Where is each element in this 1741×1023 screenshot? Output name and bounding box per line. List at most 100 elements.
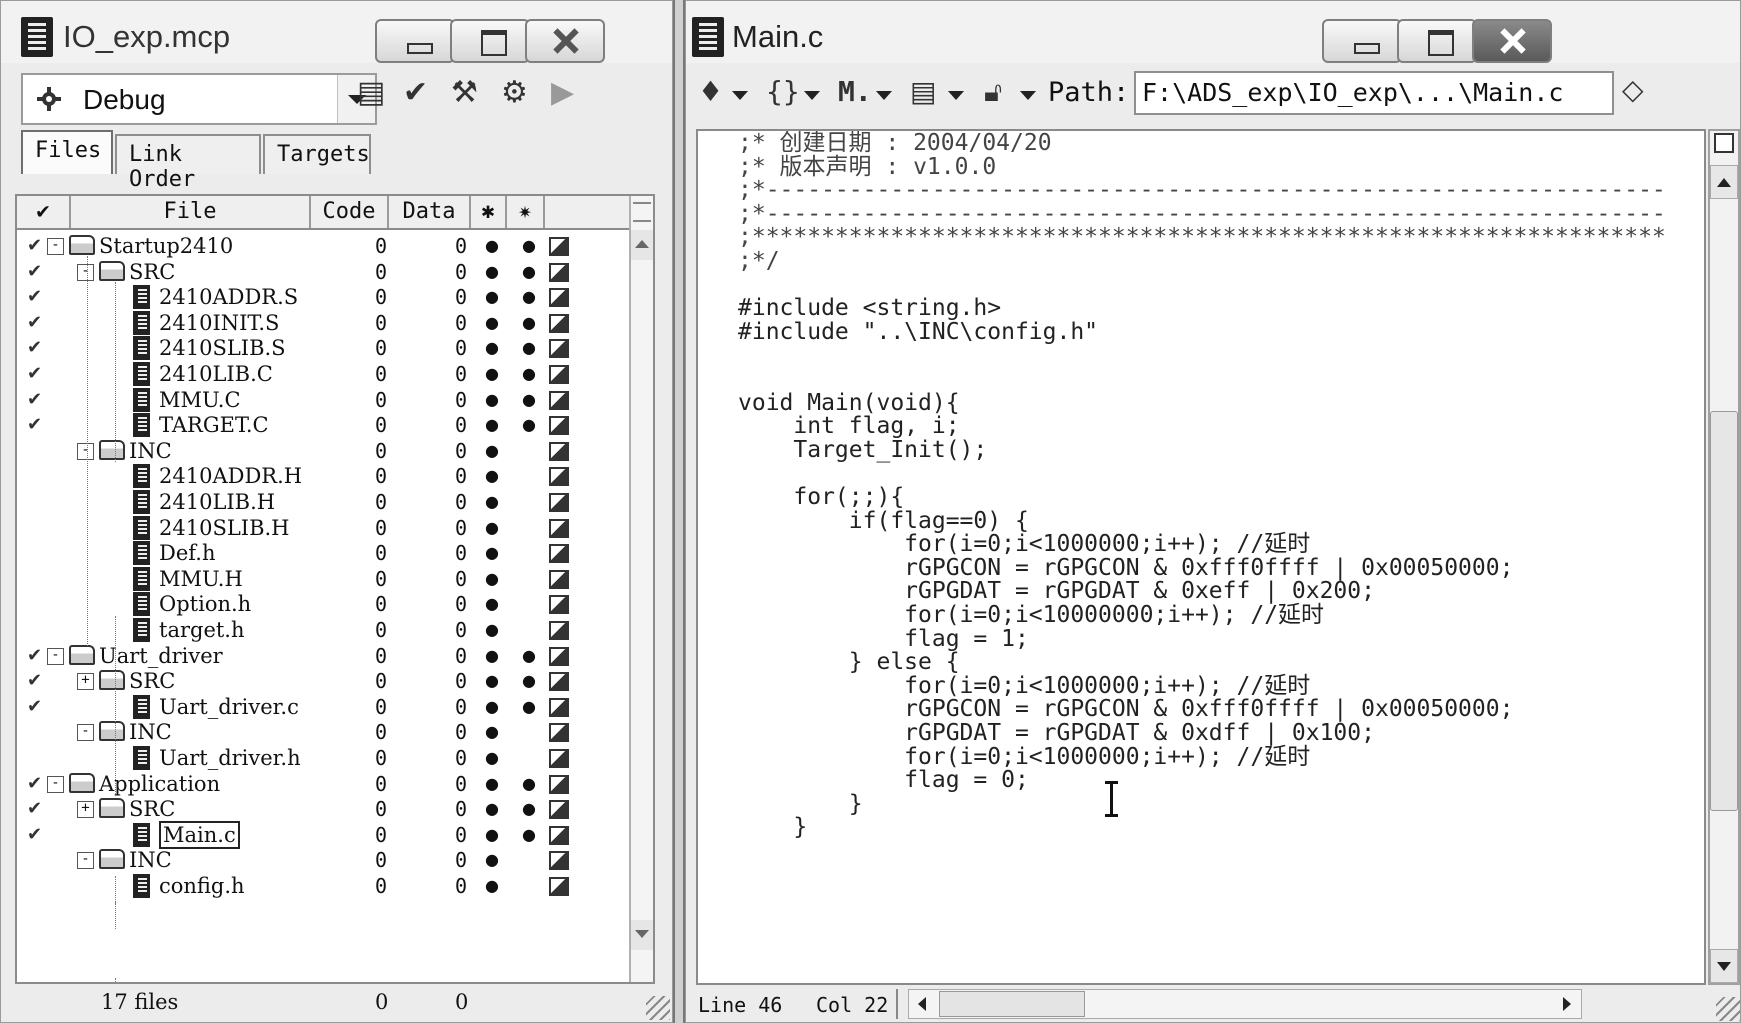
touch-check-icon[interactable]: ✔ [27,411,47,439]
editor-maximize-button[interactable] [1397,19,1477,63]
debug-target-dot-icon[interactable]: ● [522,693,536,721]
function-dropdown-arrow-icon[interactable] [732,91,748,100]
scroll-left-button[interactable] [909,990,937,1018]
file-options-icon[interactable] [549,877,569,896]
compile-target-dot-icon[interactable]: ● [485,539,499,567]
maximize-button[interactable] [450,19,530,63]
folder-row[interactable]: ✔ - Uart_driver 0 0 ● ● [17,642,633,670]
code-line[interactable]: flag = 0; [738,768,1029,792]
file-options-icon[interactable] [549,365,569,384]
folder-row[interactable]: ✔ + SRC 0 0 ● ● [17,795,633,823]
file-options-icon[interactable] [549,518,569,538]
code-line[interactable]: for(i=0;i<1000000;i++); //延时 [738,532,1310,556]
editor-scroll-thumb[interactable] [1710,411,1738,811]
touch-check-icon[interactable]: ✔ [27,642,47,670]
markers-dropdown-arrow-icon[interactable] [876,91,892,100]
file-options-icon[interactable] [549,800,569,820]
code-line[interactable]: flag = 1; [738,627,1029,651]
folder-row[interactable]: - INC 0 0 ● [17,846,633,874]
file-name[interactable]: Uart_driver.c [159,693,299,721]
file-row[interactable]: config.h 0 0 ● [17,872,633,900]
file-options-icon[interactable] [549,595,569,615]
touch-column-header[interactable]: ✔ [17,196,71,228]
path-field[interactable]: F:\ADS_exp\IO_exp\...\Main.c [1134,71,1614,115]
file-options-icon[interactable] [549,493,569,512]
touch-check-icon[interactable]: ✔ [27,309,47,337]
file-row[interactable]: Option.h 0 0 ● [17,590,633,618]
code-line[interactable]: Target_Init(); [738,438,987,462]
file-name[interactable]: Def.h [159,539,216,567]
compile-target-dot-icon[interactable]: ● [485,590,499,618]
compile-target-dot-icon[interactable]: ● [485,693,499,721]
file-options-icon[interactable] [549,416,569,436]
file-row[interactable]: ✔ 2410ADDR.S 0 0 ● ● [17,283,633,311]
code-line[interactable]: } else { [738,650,960,674]
code-line[interactable]: rGPGDAT = rGPGDAT & 0xeff | 0x200; [738,579,1375,603]
file-options-icon[interactable] [549,672,569,692]
check-syntax-icon[interactable]: ✔ [403,75,428,111]
code-line[interactable]: ;* 创建日期 : 2004/04/20 [738,131,1052,155]
tab-files[interactable]: Files [21,130,113,174]
file-name[interactable]: 2410INIT.S [159,309,279,337]
compile-target-dot-icon[interactable]: ● [485,514,499,542]
lock-icon[interactable]: 🔓︎ [984,75,1002,109]
compile-target-dot-icon[interactable]: ● [485,411,499,439]
file-row[interactable]: target.h 0 0 ● [17,616,633,644]
file-options-icon[interactable] [549,646,569,666]
folder-row[interactable]: ✔ - SRC 0 0 ● ● [17,258,633,286]
code-line[interactable]: rGPGCON = rGPGCON & 0xfff0ffff | 0x00050… [738,697,1513,721]
file-name[interactable]: 2410SLIB.S [159,334,286,362]
collapse-icon[interactable]: - [47,775,64,793]
file-name[interactable]: 2410LIB.C [159,360,273,388]
file-options-icon[interactable] [549,288,569,308]
file-options-icon[interactable] [549,441,569,461]
file-row[interactable]: ✔ Uart_driver.c 0 0 ● ● [17,693,633,721]
document-icon[interactable]: ▤ [910,75,936,108]
folder-row[interactable]: ✔ - Startup2410 0 0 ● ● [17,232,633,260]
debug-target-dot-icon[interactable]: ● [522,258,536,286]
debug-target-dot-icon[interactable]: ● [522,411,536,439]
file-name[interactable]: 2410LIB.H [159,488,275,516]
editor-titlebar[interactable]: Main.c [686,1,1740,63]
file-name[interactable]: Main.c [159,820,240,849]
file-options-icon[interactable] [549,390,569,410]
code-line[interactable]: ;*--------------------------------------… [738,202,1666,226]
code-line[interactable]: for(;;){ [738,485,904,509]
code-editor[interactable]: ;* 创建日期 : 2004/04/20 ;* 版本声明 : v1.0.0 ;*--… [696,129,1706,985]
code-line[interactable]: rGPGCON = rGPGCON & 0xfff0ffff | 0x00050… [738,556,1513,580]
debug-target-dot-icon[interactable]: ● [522,360,536,388]
code-line[interactable]: for(i=0;i<1000000;i++); //延时 [738,674,1310,698]
code-line[interactable]: for(i=0;i<10000000;i++); //延时 [738,603,1324,627]
code-line[interactable]: ;***************************************… [738,225,1666,249]
horizontal-scroll-thumb[interactable] [939,991,1085,1017]
file-name[interactable]: 2410ADDR.H [159,462,302,490]
compile-target-dot-icon[interactable]: ● [485,872,499,900]
folder-row[interactable]: - INC 0 0 ● [17,718,633,746]
file-row[interactable]: Def.h 0 0 ● [17,539,633,567]
compile-target-dot-icon[interactable]: ● [485,821,499,849]
file-row[interactable]: ✔ 2410LIB.C 0 0 ● ● [17,360,633,388]
file-name[interactable]: 2410SLIB.H [159,514,290,542]
editor-close-button[interactable] [1472,19,1552,63]
touch-check-icon[interactable]: ✔ [27,258,47,286]
split-pane-icon[interactable] [1714,133,1734,153]
data-column-header[interactable]: Data [389,196,471,228]
file-row[interactable]: 2410LIB.H 0 0 ● [17,488,633,516]
file-options-icon[interactable] [549,237,569,256]
file-name[interactable]: Option.h [159,590,251,618]
touch-check-icon[interactable]: ✔ [27,770,47,798]
compile-target-dot-icon[interactable]: ● [485,642,499,670]
file-name[interactable]: TARGET.C [159,411,269,439]
compile-target-dot-icon[interactable]: ● [485,334,499,362]
editor-scroll-up-button[interactable] [1710,165,1738,199]
compile-target-dot-icon[interactable]: ● [485,232,499,260]
code-column-header[interactable]: Code [311,196,389,228]
touch-check-icon[interactable]: ✔ [27,821,47,849]
file-list-scrollbar[interactable] [629,196,653,982]
file-row[interactable]: ✔ 2410SLIB.S 0 0 ● ● [17,334,633,362]
file-name[interactable]: MMU.C [159,386,241,414]
file-options-icon[interactable] [549,467,569,487]
file-options-icon[interactable] [549,851,569,871]
scroll-down-button[interactable] [631,920,653,950]
settings-icon[interactable]: ▤ [357,75,385,111]
